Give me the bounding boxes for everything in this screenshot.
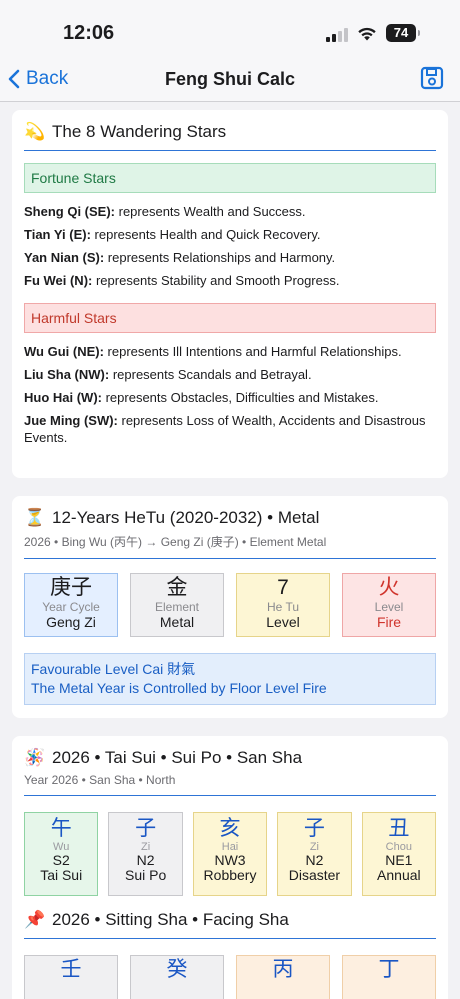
harmful-star-item: Wu Gui (NE): represents Ill Intentions a… bbox=[24, 344, 402, 359]
wandering-stars-title: The 8 Wandering Stars bbox=[52, 122, 227, 141]
tai-sui-subtitle: Year 2026 • San Sha • North bbox=[24, 773, 176, 787]
status-bar: 12:06 74 bbox=[0, 0, 460, 60]
hetu-info-box: Favourable Level Cai 財氣 The Metal Year i… bbox=[24, 653, 436, 705]
pushpin-icon: 📌 bbox=[24, 910, 46, 929]
harmful-stars-list: Wu Gui (NE): represents Ill Intentions a… bbox=[24, 343, 436, 446]
tai-sui-title: 2026 • Tai Sui • Sui Po • San Sha bbox=[52, 748, 303, 767]
fortune-star-item: Fu Wei (N): represents Stability and Smo… bbox=[24, 273, 340, 288]
card-title: 🪅 2026 • Tai Sui • Sui Po • San Sha bbox=[24, 748, 436, 768]
sitting-sha-boxes: 壬 癸 丙 丁 bbox=[24, 955, 436, 999]
hetu-boxes: 庚子 Year Cycle Geng Zi 金 Element Metal 7 … bbox=[24, 573, 436, 637]
facing-sha-box: 丁 bbox=[342, 955, 436, 999]
card-title: 💫 The 8 Wandering Stars bbox=[24, 122, 436, 142]
fortune-star-item: Tian Yi (E): represents Health and Quick… bbox=[24, 227, 321, 242]
hourglass-icon: ⏳ bbox=[24, 508, 46, 527]
tai-sui-boxes: 午 Wu S2 Tai Sui 子 Zi N2 Sui Po 亥 Hai NW3… bbox=[24, 812, 437, 896]
cellular-signal-icon bbox=[326, 28, 348, 42]
disaster-sha-box: 子 Zi N2 Disaster bbox=[277, 812, 352, 896]
facing-sha-box: 丙 bbox=[236, 955, 330, 999]
status-time: 12:06 bbox=[63, 22, 115, 44]
fortune-star-item: Yan Nian (S): represents Relationships a… bbox=[24, 250, 336, 265]
harmful-star-item: Jue Ming (SW): represents Loss of Wealth… bbox=[24, 413, 426, 445]
divider bbox=[24, 795, 436, 796]
year-cycle-box: 庚子 Year Cycle Geng Zi bbox=[24, 573, 118, 637]
sitting-sha-box: 壬 bbox=[24, 955, 118, 999]
sitting-sha-title-row: 📌 2026 • Sitting Sha • Facing Sha bbox=[24, 910, 436, 930]
level-box: 火 Level Fire bbox=[342, 573, 436, 637]
save-icon[interactable] bbox=[420, 66, 444, 90]
hetu-title: 12-Years HeTu (2020-2032) • Metal bbox=[52, 508, 320, 527]
info-line: The Metal Year is Controlled by Floor Le… bbox=[31, 680, 327, 696]
divider bbox=[24, 150, 436, 151]
divider bbox=[24, 558, 436, 559]
tai-sui-box: 午 Wu S2 Tai Sui bbox=[24, 812, 99, 896]
fortune-stars-list: Sheng Qi (SE): represents Wealth and Suc… bbox=[24, 203, 436, 289]
element-box: 金 Element Metal bbox=[130, 573, 224, 637]
divider bbox=[24, 938, 436, 939]
robbery-sha-box: 亥 Hai NW3 Robbery bbox=[192, 812, 268, 896]
harmful-star-item: Huo Hai (W): represents Obstacles, Diffi… bbox=[24, 390, 379, 405]
card-title: ⏳ 12-Years HeTu (2020-2032) • Metal bbox=[24, 508, 436, 528]
page-title: Feng Shui Calc bbox=[164, 69, 296, 89]
battery-icon: 74 bbox=[386, 24, 420, 42]
navigation-bar: Back Feng Shui Calc bbox=[0, 60, 460, 102]
comet-icon: 💫 bbox=[24, 122, 46, 141]
fortune-stars-header: Fortune Stars bbox=[24, 163, 436, 193]
wandering-stars-card: 💫 The 8 Wandering Stars Fortune Stars Sh… bbox=[12, 110, 448, 478]
fortune-star-item: Sheng Qi (SE): represents Wealth and Suc… bbox=[24, 204, 306, 219]
harmful-stars-header: Harmful Stars bbox=[24, 303, 436, 333]
sui-po-box: 子 Zi N2 Sui Po bbox=[108, 812, 183, 896]
sitting-sha-title: 2026 • Sitting Sha • Facing Sha bbox=[52, 910, 289, 929]
sitting-sha-box: 癸 bbox=[130, 955, 224, 999]
hetu-subtitle: 2026 • Bing Wu (丙午) → Geng Zi (庚子) • Ele… bbox=[24, 535, 327, 549]
pinwheel-icon: 🪅 bbox=[24, 748, 46, 767]
info-line: Favourable Level Cai 財氣 bbox=[31, 661, 196, 677]
annual-sha-box: 丑 Chou NE1 Annual bbox=[361, 812, 437, 896]
hetu-card: ⏳ 12-Years HeTu (2020-2032) • Metal 2026… bbox=[12, 496, 448, 718]
harmful-star-item: Liu Sha (NW): represents Scandals and Be… bbox=[24, 367, 312, 382]
tai-sui-card: 🪅 2026 • Tai Sui • Sui Po • San Sha Year… bbox=[12, 736, 448, 999]
hetu-number-box: 7 He Tu Level bbox=[236, 573, 330, 637]
wifi-icon bbox=[358, 27, 376, 41]
